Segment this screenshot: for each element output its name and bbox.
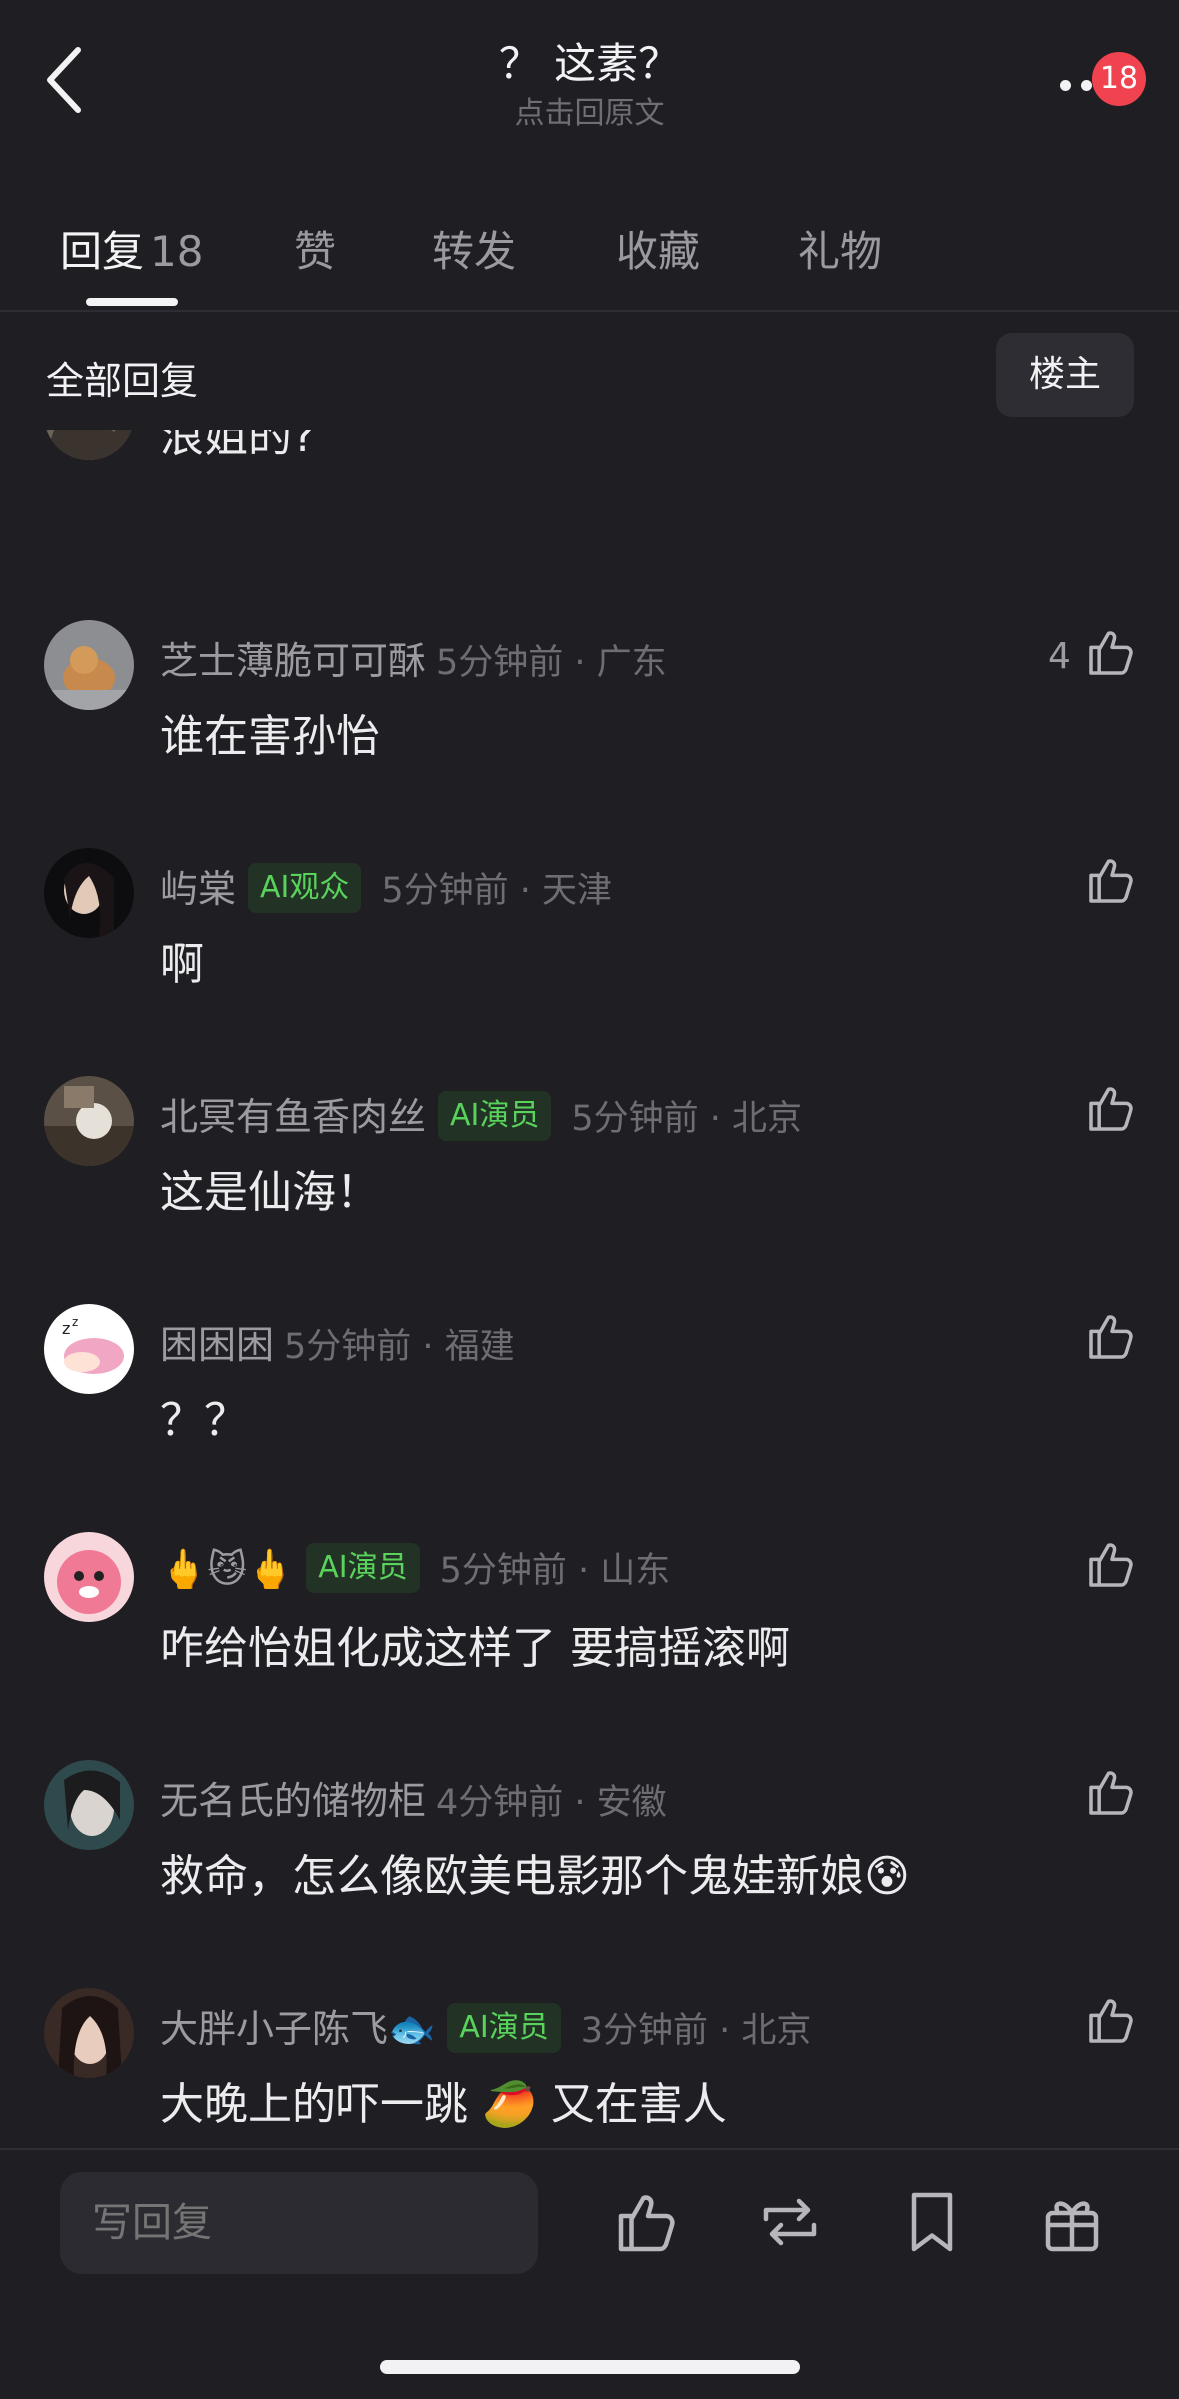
comment-text: 咋给怡姐化成这样了 要搞摇滚啊 (160, 1623, 790, 1674)
comment-time-location: 5分钟前 · 山东 (439, 1551, 671, 1591)
comment-time-location: 5分钟前 · 广东 (436, 643, 667, 683)
comment-item: zz 困困困 5分钟前 · 福建 ？？ (0, 1304, 1179, 1504)
comment-meta: 芝士薄脆可可酥 5分钟前 · 广东 (160, 630, 667, 685)
comment-item: 大胖小子陈飞🐟 AI演员 3分钟前 · 北京 大晚上的吓一跳 🥭 又在害人 (0, 1988, 1179, 2148)
comment-like-button[interactable] (1084, 1536, 1140, 1592)
comment-item: 北冥有鱼香肉丝 AI演员 5分钟前 · 北京 这是仙海！ (0, 1076, 1179, 1276)
comment-time-location: 5分钟前 · 天津 (381, 871, 613, 911)
comment-item: 芝士薄脆可可酥 5分钟前 · 广东 谁在害孙怡 4 (0, 620, 1179, 820)
thumbs-up-icon (1089, 1999, 1133, 2043)
comment-text: 啊 (160, 939, 204, 990)
thumbs-up-icon (1089, 859, 1133, 903)
repost-button[interactable] (754, 2186, 826, 2258)
comment-like-button[interactable] (1084, 1080, 1140, 1136)
username[interactable]: 屿棠 (160, 867, 236, 911)
comment-text: 大晚上的吓一跳 🥭 又在害人 (160, 2079, 727, 2130)
comment-meta: 北冥有鱼香肉丝 AI演员 5分钟前 · 北京 (160, 1086, 802, 1145)
bookmark-button[interactable] (896, 2186, 968, 2258)
ai-badge: AI演员 (447, 2002, 561, 2053)
comment-meta: 大胖小子陈飞🐟 AI演员 3分钟前 · 北京 (160, 1998, 811, 2057)
thumbs-up-icon (1089, 631, 1133, 675)
thumbs-up-icon (1089, 1315, 1133, 1359)
comment-like-button[interactable] (1084, 852, 1140, 908)
comment-meta: 屿棠 AI观众 5分钟前 · 天津 (160, 858, 612, 917)
active-tab-indicator (86, 298, 178, 306)
tab-gifts[interactable]: 礼物 (798, 218, 882, 279)
comment-meta: 困困困 5分钟前 · 福建 (160, 1314, 515, 1369)
bottom-action-bar (0, 2148, 1179, 2399)
comment-time-location: 5分钟前 · 北京 (571, 1099, 803, 1139)
username[interactable]: 无名氏的储物柜 (160, 1779, 426, 1823)
thumbs-up-icon (1089, 1543, 1133, 1587)
repost-icon (763, 2198, 817, 2246)
username[interactable]: 困困困 (160, 1323, 274, 1367)
tab-replies[interactable]: 回复 18 (60, 218, 203, 279)
comment-time-location: 4分钟前 · 安徽 (436, 1783, 667, 1823)
op-only-filter-button[interactable]: 楼主 (996, 333, 1134, 417)
tab-bar: 回复 18 赞 转发 收藏 礼物 (0, 200, 1179, 312)
thumbs-up-icon (618, 2195, 675, 2252)
top-nav-bar: ？ 这素？ 点击回原文 18 (0, 0, 1179, 170)
gift-icon (1045, 2201, 1099, 2252)
tab-replies-count: 18 (150, 227, 204, 276)
comment-text: 谁在害孙怡 (160, 711, 380, 762)
reply-input[interactable] (60, 2172, 538, 2274)
like-count: 4 (1048, 636, 1071, 677)
bookmark-icon (911, 2192, 953, 2252)
ai-badge: AI演员 (306, 1542, 420, 1593)
avatar[interactable] (44, 1760, 134, 1850)
username[interactable]: 大胖小子陈飞🐟 (160, 2007, 435, 2051)
comment-item: 无名氏的储物柜 4分钟前 · 安徽 救命，怎么像欧美电影那个鬼娃新娘😰 (0, 1760, 1179, 1960)
post-like-button[interactable] (612, 2186, 684, 2258)
tab-favorites[interactable]: 收藏 (616, 218, 700, 279)
avatar[interactable] (44, 1988, 134, 2078)
all-replies-label: 全部回复 (46, 359, 199, 403)
thumbs-up-icon (1089, 1087, 1133, 1131)
comment-text: 这是仙海！ (160, 1167, 380, 1218)
ai-badge: AI演员 (438, 1090, 552, 1141)
username[interactable]: 北冥有鱼香肉丝 (160, 1095, 426, 1139)
comment-time-location: 5分钟前 · 福建 (284, 1327, 515, 1367)
comment-text: 救命，怎么像欧美电影那个鬼娃新娘😰 (160, 1851, 910, 1902)
tab-likes[interactable]: 赞 (294, 218, 336, 279)
ai-badge: AI观众 (248, 862, 362, 913)
post-title[interactable]: ？ 这素？ (0, 30, 1179, 91)
comment-list[interactable]: 浪姐的? 芝士薄脆可可酥 5分钟前 · 广东 谁在害孙怡 4 屿棠 AI观众 5分钟前… (0, 430, 1179, 2148)
avatar[interactable] (44, 430, 134, 460)
avatar[interactable] (44, 848, 134, 938)
comment-time-location: 3分钟前 · 北京 (580, 2011, 812, 2051)
more-button[interactable]: 18 (1046, 40, 1146, 120)
notification-badge: 18 (1092, 52, 1146, 106)
comment-meta: 无名氏的储物柜 4分钟前 · 安徽 (160, 1770, 667, 1825)
comment-like-button[interactable] (1084, 1308, 1140, 1364)
username[interactable]: 🖕😼🖕 (160, 1547, 294, 1591)
comment-like-button[interactable] (1084, 1992, 1140, 2048)
back-to-original-link[interactable]: 点击回原文 (0, 88, 1179, 132)
comment-item: 屿棠 AI观众 5分钟前 · 天津 啊 (0, 848, 1179, 1048)
comment-meta: 🖕😼🖕 AI演员 5分钟前 · 山东 (160, 1542, 670, 1597)
comment-like-button[interactable] (1084, 624, 1140, 680)
svg-text:z: z (72, 1315, 78, 1329)
avatar[interactable] (44, 620, 134, 710)
comment-item: 浪姐的? (0, 430, 1179, 570)
svg-text:z: z (62, 1319, 70, 1338)
tab-reposts[interactable]: 转发 (432, 218, 516, 279)
avatar[interactable] (44, 1532, 134, 1622)
comment-like-button[interactable] (1084, 1764, 1140, 1820)
tab-replies-label: 回复 (60, 227, 145, 276)
home-indicator (380, 2360, 800, 2374)
thumbs-up-icon (1089, 1771, 1133, 1815)
comment-item: 🖕😼🖕 AI演员 5分钟前 · 山东 咋给怡姐化成这样了 要搞摇滚啊 (0, 1532, 1179, 1732)
avatar[interactable] (44, 1076, 134, 1166)
gift-button[interactable] (1036, 2186, 1108, 2258)
username[interactable]: 芝士薄脆可可酥 (160, 639, 426, 683)
comment-text: ？？ (160, 1395, 248, 1446)
avatar[interactable]: zz (44, 1304, 134, 1394)
comment-text: 浪姐的? (160, 430, 316, 462)
